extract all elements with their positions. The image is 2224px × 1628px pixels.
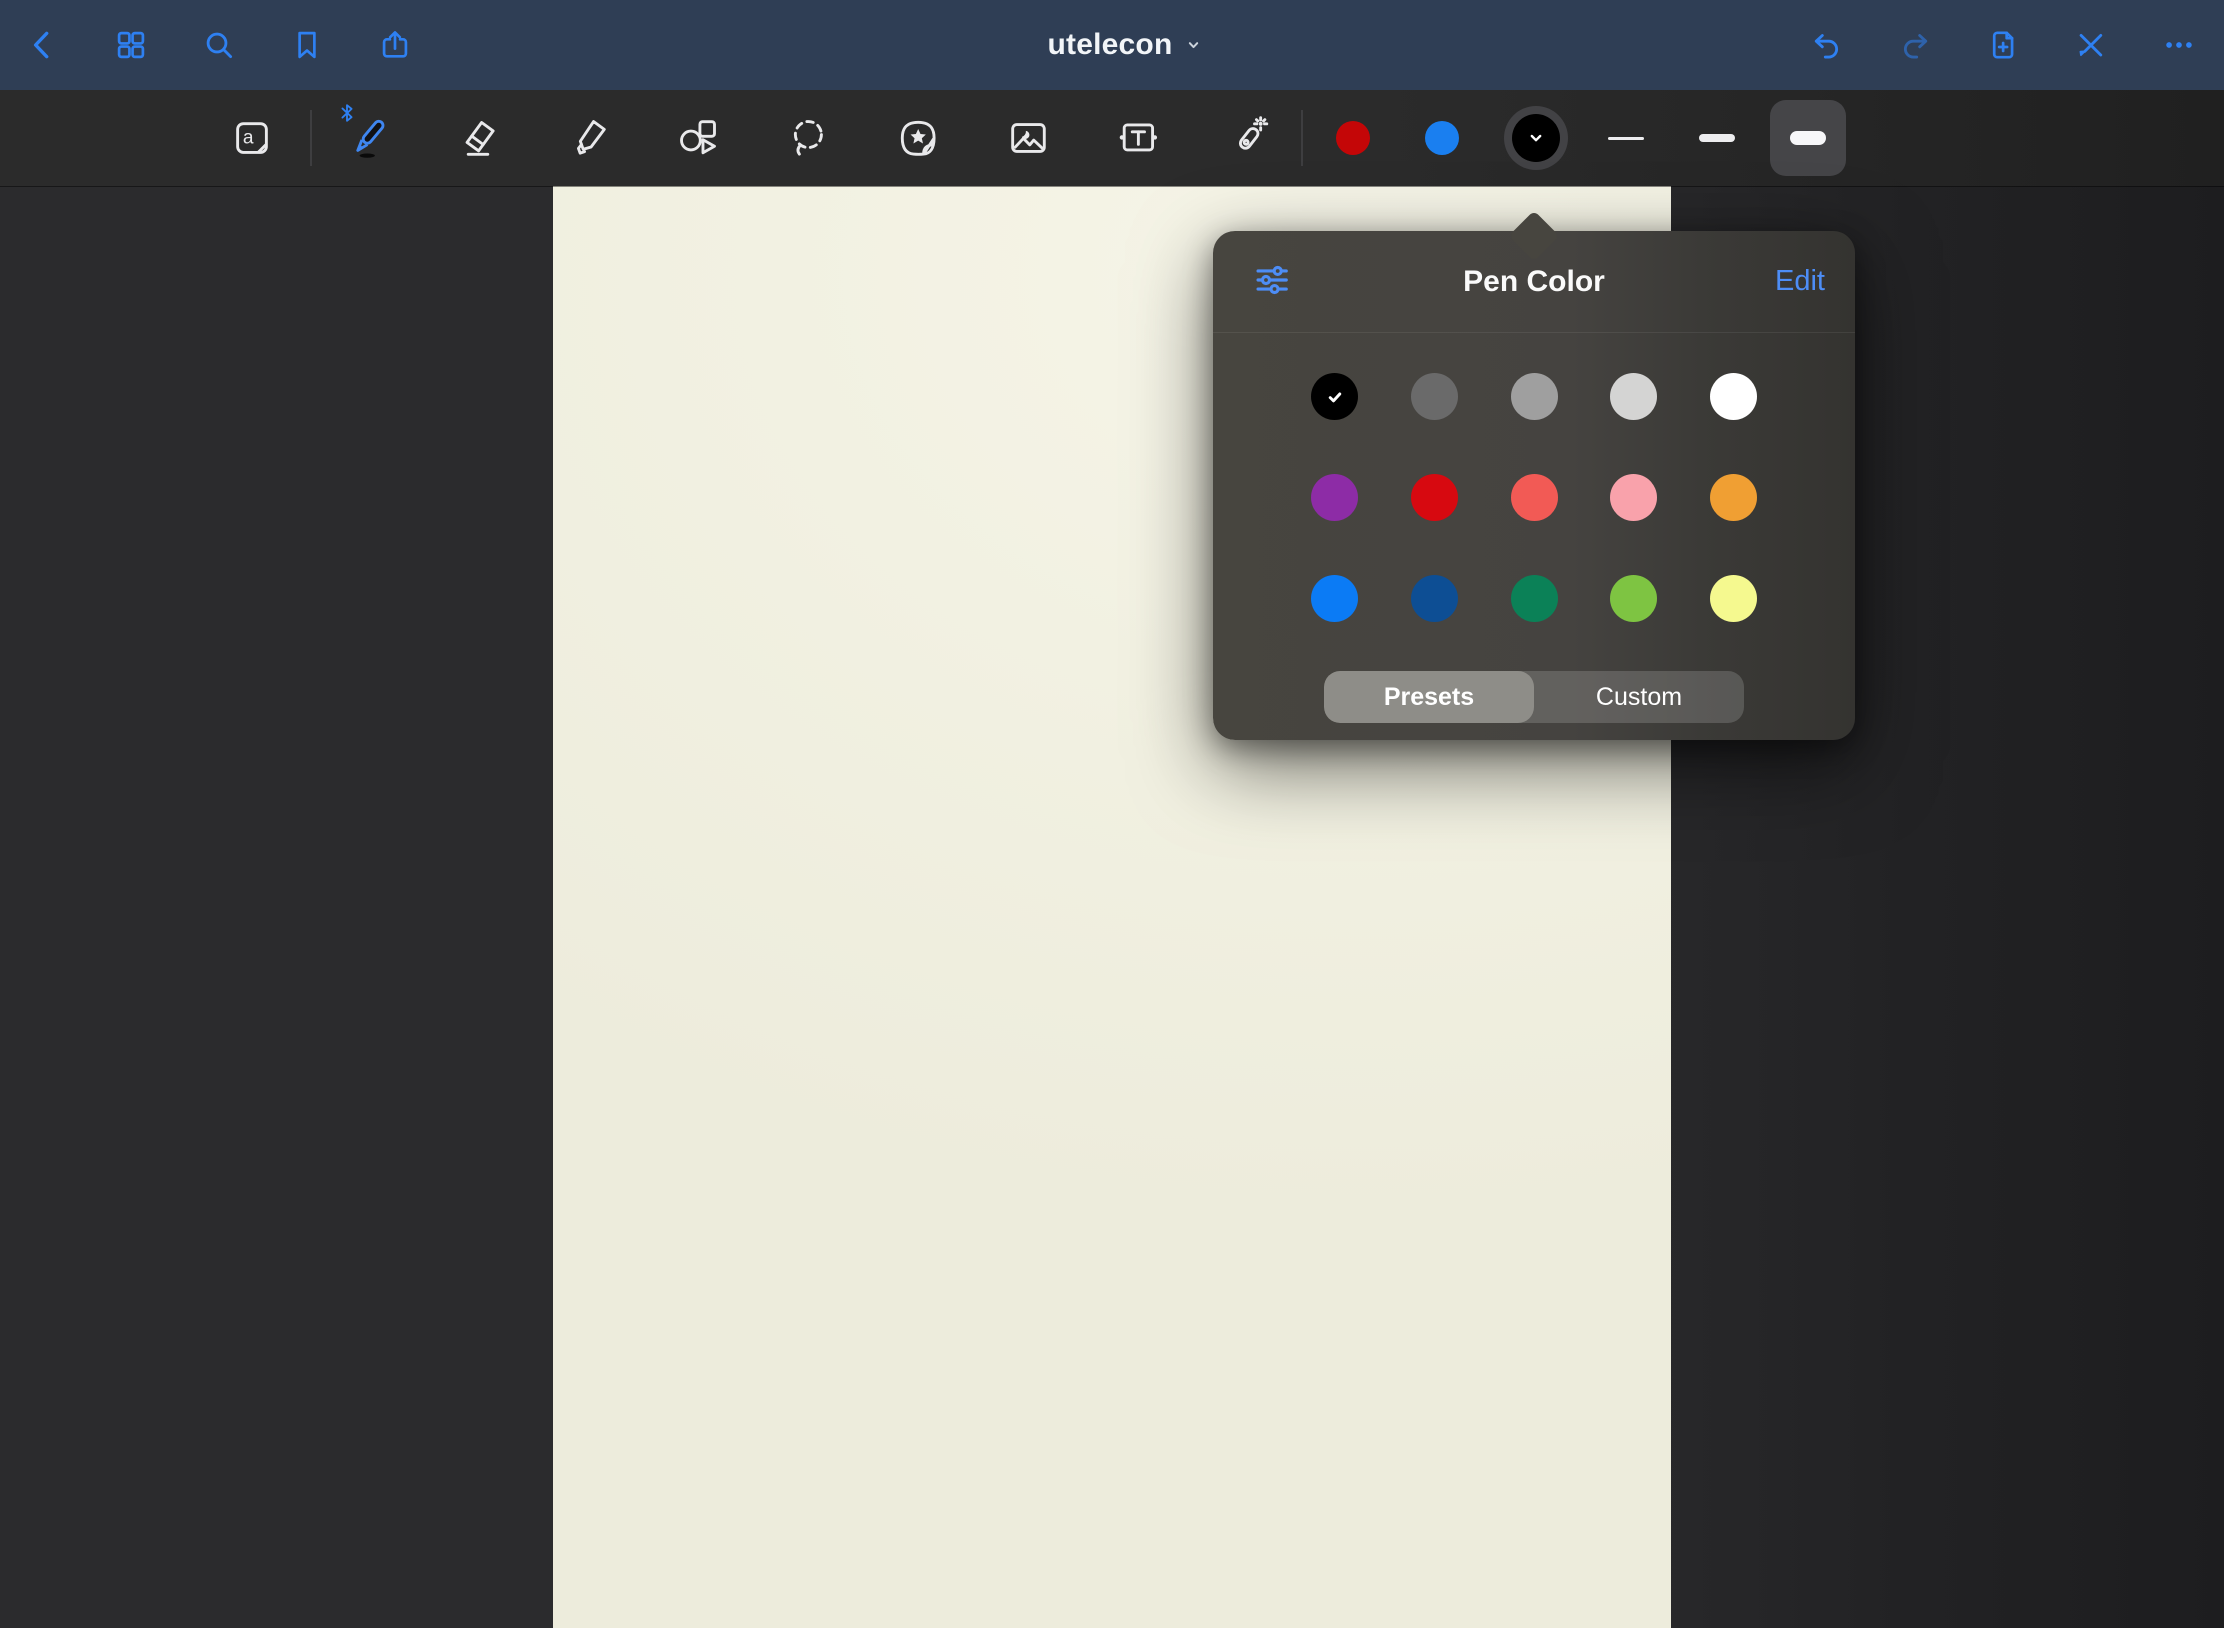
pen-slash-icon (2074, 28, 2108, 62)
bookmark-button[interactable] (285, 23, 329, 67)
color-swatch-light-gray[interactable] (1610, 373, 1657, 420)
more-options-button[interactable] (2157, 23, 2201, 67)
color-swatch-dark-gray[interactable] (1411, 373, 1458, 420)
color-swatch-pink[interactable] (1610, 474, 1657, 521)
laser-pointer-tool[interactable] (1210, 100, 1286, 176)
quick-color-blue[interactable] (1425, 121, 1459, 155)
image-icon (1005, 115, 1051, 161)
color-palette-grid (1213, 373, 1855, 676)
color-swatch-red[interactable] (1411, 474, 1458, 521)
edit-colors-button[interactable]: Edit (1775, 265, 1825, 298)
highlighter-icon (565, 115, 611, 161)
thickness-line (1790, 131, 1826, 145)
search-button[interactable] (197, 23, 241, 67)
image-tool[interactable] (990, 100, 1066, 176)
chevron-down-icon (1524, 126, 1548, 150)
top-navigation-bar: utelecon (0, 0, 2224, 90)
ellipsis-icon (2162, 28, 2196, 62)
chevron-down-icon (1182, 34, 1204, 56)
sliders-icon (1253, 261, 1291, 302)
elements-tool[interactable] (880, 100, 956, 176)
color-swatch-green[interactable] (1511, 575, 1558, 622)
redo-button[interactable] (1893, 23, 1937, 67)
add-page-button[interactable] (1981, 23, 2025, 67)
read-only-toggle-button[interactable] (2069, 23, 2113, 67)
bookmark-icon (290, 28, 324, 62)
add-page-icon (1986, 28, 2020, 62)
undo-button[interactable] (1805, 23, 1849, 67)
popover-header: Pen Color Edit (1213, 231, 1855, 333)
zoom-window-tool[interactable]: a (214, 100, 290, 176)
lasso-tool[interactable] (770, 100, 846, 176)
share-icon (378, 28, 412, 62)
chevron-left-icon (26, 28, 60, 62)
search-icon (202, 28, 236, 62)
highlighter-tool[interactable] (550, 100, 626, 176)
bluetooth-icon (336, 102, 358, 124)
color-swatch-coral[interactable] (1511, 474, 1558, 521)
grid-icon (114, 28, 148, 62)
quick-color-red[interactable] (1336, 121, 1370, 155)
documents-grid-button[interactable] (109, 23, 153, 67)
tab-presets[interactable]: Presets (1324, 671, 1534, 723)
color-swatch-light-green[interactable] (1610, 575, 1657, 622)
color-swatch-purple[interactable] (1311, 474, 1358, 521)
color-swatch-navy[interactable] (1411, 575, 1458, 622)
palette-row (1213, 373, 1855, 420)
thickness-thick-selected[interactable] (1770, 100, 1846, 176)
page-title: utelecon (1048, 28, 1173, 62)
tab-custom[interactable]: Custom (1534, 671, 1744, 723)
elements-star-icon (895, 115, 941, 161)
thickness-line (1608, 137, 1644, 140)
pen-tool[interactable] (330, 100, 406, 176)
color-swatch-yellow[interactable] (1710, 575, 1757, 622)
thickness-medium[interactable] (1679, 100, 1755, 176)
stroke-thickness-group (1568, 100, 1846, 176)
back-button[interactable] (21, 23, 65, 67)
color-swatch-white[interactable] (1710, 373, 1757, 420)
thickness-thin[interactable] (1588, 100, 1664, 176)
eraser-tool[interactable] (440, 100, 516, 176)
document-title-menu[interactable]: utelecon (1048, 28, 1205, 62)
quick-color-group (1303, 106, 1568, 170)
laser-pointer-icon (1225, 115, 1271, 161)
drawing-toolbar: a (0, 90, 2224, 186)
svg-text:a: a (243, 128, 254, 149)
popover-title: Pen Color (1463, 265, 1605, 299)
text-tool[interactable] (1100, 100, 1176, 176)
color-swatch-blue[interactable] (1311, 575, 1358, 622)
thickness-line (1699, 134, 1735, 142)
color-swatch-orange[interactable] (1710, 474, 1757, 521)
zoom-window-icon: a (229, 115, 275, 161)
pen-settings-button[interactable] (1253, 261, 1291, 302)
lasso-icon (785, 115, 831, 161)
app-screen: utelecon (0, 0, 2224, 1628)
undo-icon (1810, 28, 1844, 62)
nav-right-group (1805, 23, 2224, 67)
color-swatch-black-selected[interactable] (1311, 373, 1358, 420)
pen-color-popover: Pen Color Edit Presets Custom (1213, 231, 1855, 740)
eraser-icon (455, 115, 501, 161)
quick-color-black-selected[interactable] (1504, 106, 1568, 170)
quick-color-black (1512, 114, 1560, 162)
nav-left-group (0, 23, 417, 67)
checkmark-icon (1322, 384, 1348, 410)
shapes-tool[interactable] (660, 100, 736, 176)
share-button[interactable] (373, 23, 417, 67)
palette-row (1213, 474, 1855, 521)
palette-mode-segmented-control: Presets Custom (1324, 671, 1744, 723)
text-box-icon (1115, 115, 1161, 161)
color-swatch-gray[interactable] (1511, 373, 1558, 420)
shapes-icon (675, 115, 721, 161)
toolbar-divider (310, 110, 312, 166)
redo-icon (1898, 28, 1932, 62)
palette-row (1213, 575, 1855, 622)
